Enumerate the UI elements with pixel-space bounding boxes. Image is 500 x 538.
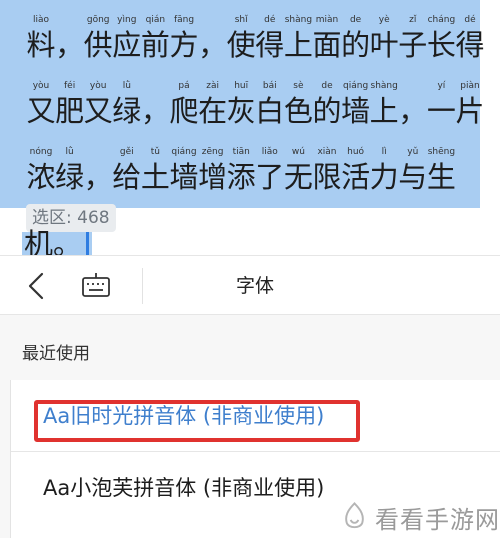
- pinyin-annotation: shēng: [427, 147, 456, 157]
- chevron-left-icon: [28, 272, 44, 300]
- text-editor[interactable]: liào 料， gōng 供 yìng 应 qián 前 fāng 方， shǐ 使 dé 得 shàng 上…: [0, 0, 500, 255]
- keyboard-button[interactable]: [74, 266, 118, 306]
- hanzi-character: 得: [455, 28, 485, 62]
- text-char: dé 得: [451, 14, 489, 64]
- text-line-4: 机。: [24, 227, 83, 255]
- toolbar-divider: [142, 268, 143, 304]
- text-char: shēng 生: [422, 146, 460, 196]
- pinyin-annotation: dé: [464, 15, 476, 25]
- text-line-3: nóng 浓 lǜ 绿， gěi 给 tǔ 土 qiáng 墙 zēng 增 tiān 添 liǎo 了 wú 无…: [22, 146, 492, 196]
- font-item-label: Aa旧时光拼音体 (非商业使用): [43, 404, 325, 428]
- pinyin-annotation: piàn: [460, 81, 480, 91]
- recent-fonts-heading: 最近使用: [22, 344, 90, 364]
- keyboard-icon: [82, 273, 110, 297]
- hanzi-character: 片: [455, 94, 485, 128]
- watermark-text: 看看手游网: [375, 505, 500, 534]
- toolbar-title: 字体: [235, 275, 274, 297]
- text-line-2: yòu 又 féi 肥 yòu 又 lǜ 绿， pá 爬 zài 在 huī 灰 bái 白 sè 色 de 的 qiá…: [22, 80, 492, 130]
- font-item-label: Aa小泡芙拼音体 (非商业使用): [43, 476, 325, 500]
- text-line-1: liào 料， gōng 供 yìng 应 qián 前 fāng 方， shǐ 使 dé 得 shàng 上…: [22, 14, 492, 64]
- watermark: 看看手游网: [338, 496, 500, 538]
- font-item-jiushiguang[interactable]: Aa旧时光拼音体 (非商业使用): [11, 380, 500, 450]
- back-button[interactable]: [14, 266, 58, 306]
- watermark-logo-icon: [345, 502, 364, 529]
- hanzi-character: 生: [426, 160, 456, 194]
- editor-toolbar: 字体: [0, 255, 500, 315]
- text-char: piàn 片: [451, 80, 489, 130]
- text-cursor: [86, 232, 89, 255]
